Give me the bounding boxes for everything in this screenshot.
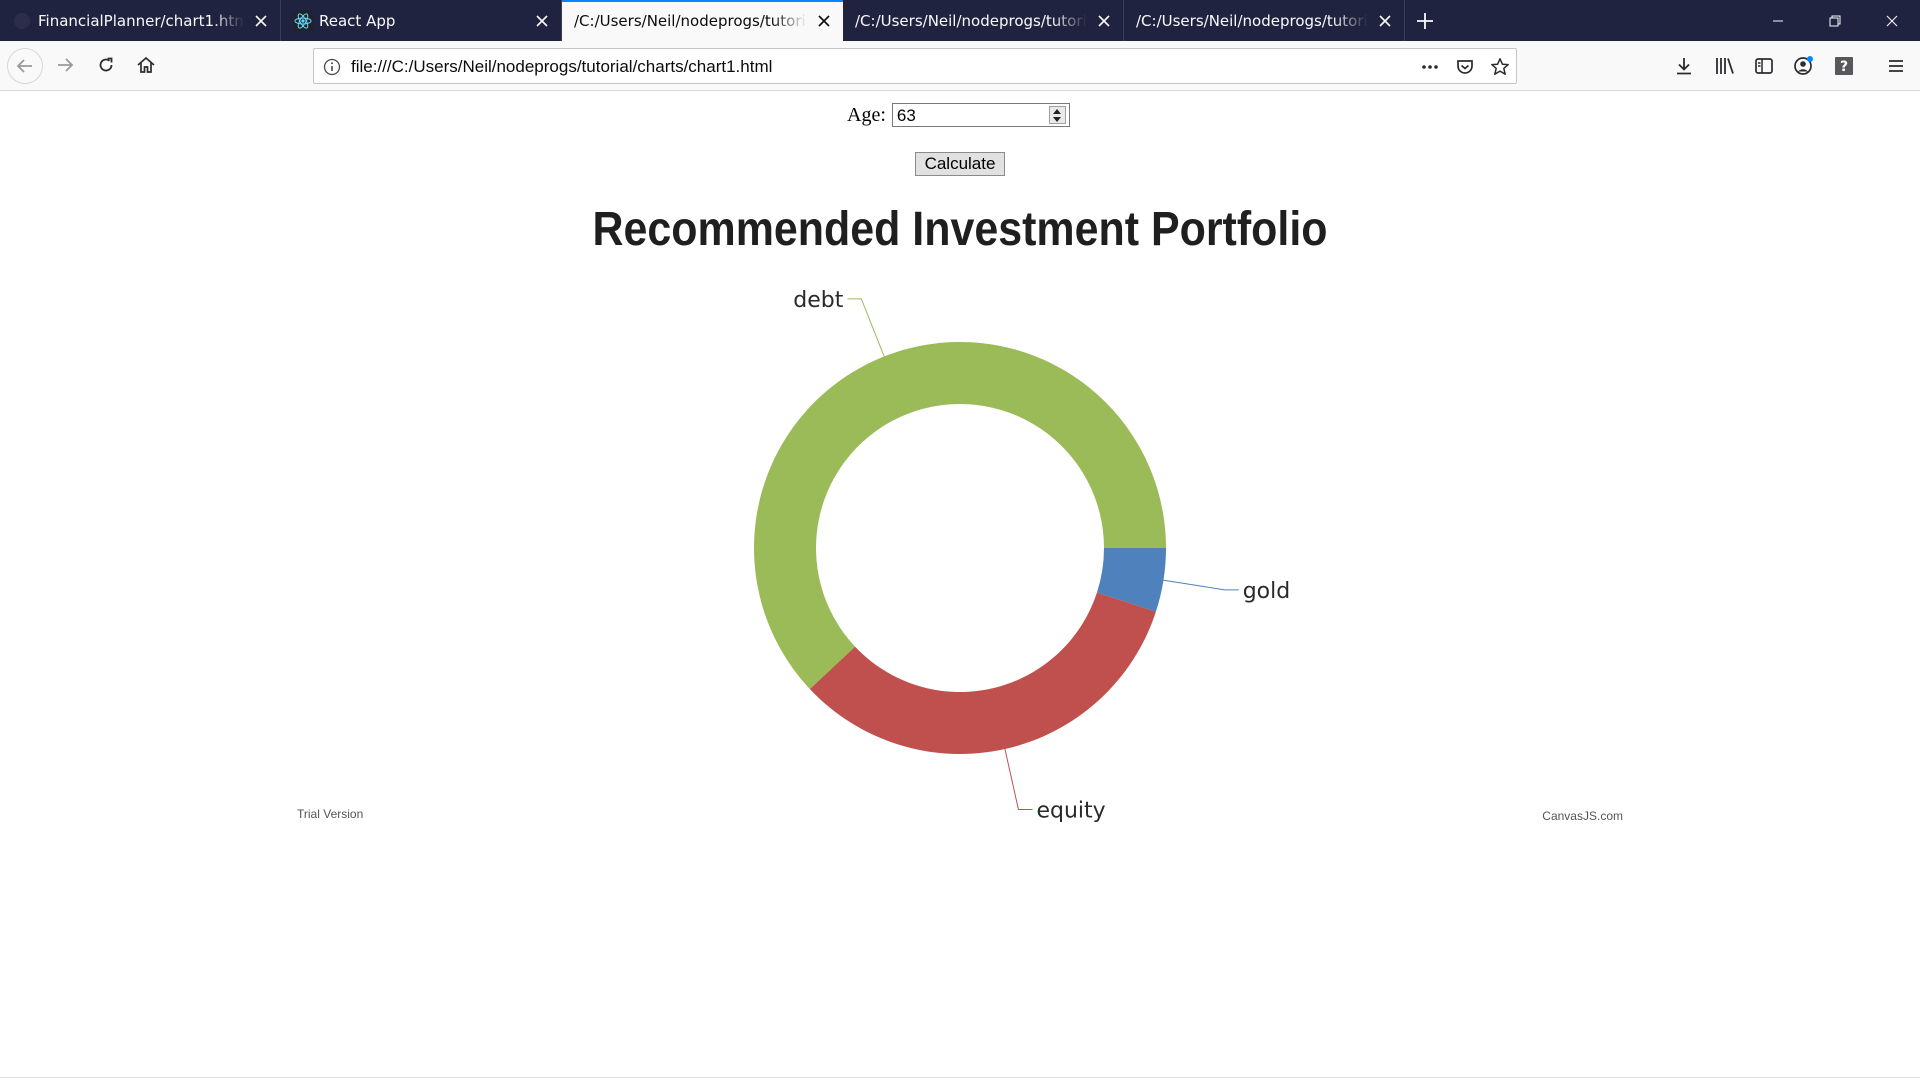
leader-line-equity xyxy=(1004,746,1033,811)
slice-label-equity: equity xyxy=(1036,799,1105,824)
canvasjs-credit: CanvasJS.com xyxy=(1542,809,1623,823)
leader-line-gold xyxy=(1161,579,1239,591)
slice-equity[interactable] xyxy=(809,592,1156,754)
chart-title: Recommended Investment Portfolio xyxy=(593,203,1328,256)
trial-version-watermark: Trial Version xyxy=(297,807,363,821)
status-divider xyxy=(0,1077,1920,1078)
leader-line-debt xyxy=(847,298,886,359)
slice-label-debt: debt xyxy=(793,288,843,313)
chart-slices xyxy=(754,342,1166,754)
slice-label-gold: gold xyxy=(1243,579,1291,604)
portfolio-doughnut-chart: Recommended Investment Portfolio gold equ… xyxy=(297,203,1623,824)
